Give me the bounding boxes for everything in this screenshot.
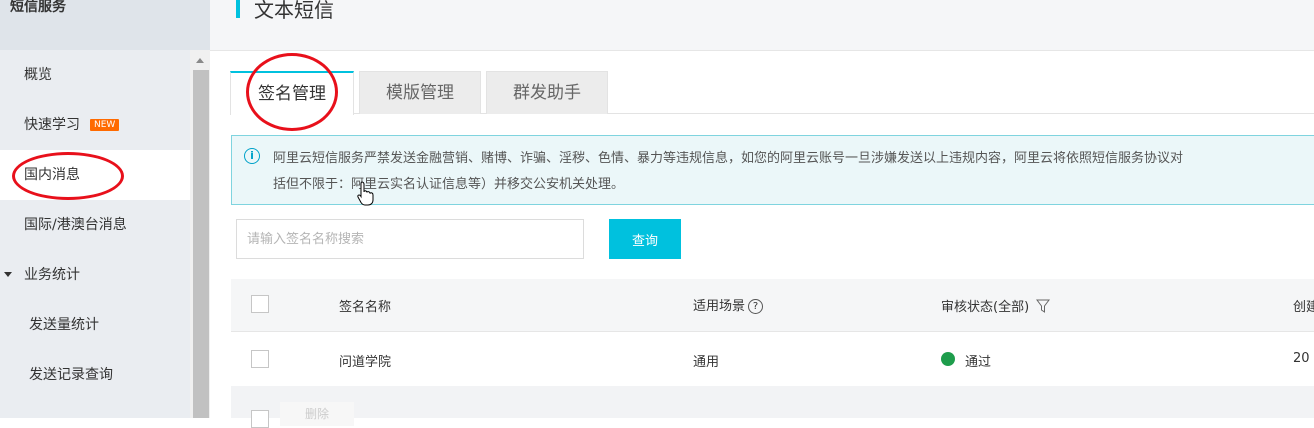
table-header: 签名名称 适用场景? 审核状态(全部) 创建 [231,279,1314,332]
info-icon: i [244,148,260,164]
title-accent-bar [236,0,240,18]
column-header-scene: 适用场景? [693,295,764,314]
sidebar-item-label: 国际/港澳台消息 [24,217,127,233]
help-icon[interactable]: ? [748,299,764,314]
sidebar-item-label: 快速学习 [24,117,80,133]
tab-template[interactable]: 模版管理 [359,71,481,114]
sidebar-item-quick-learn[interactable]: 快速学习 NEW [0,100,190,150]
sidebar-item-send-records[interactable]: 发送记录查询 [0,350,190,400]
sidebar-item-label: 业务统计 [24,267,80,283]
table-footer [231,386,1314,428]
notice-text: 阿里云短信服务严禁发送金融营销、赌博、诈骗、淫秽、色情、暴力等违规信息，如您的阿… [273,151,1184,192]
delete-button[interactable]: 删除 [280,402,354,426]
row-checkbox[interactable] [251,350,269,368]
column-header-name: 签名名称 [339,300,392,315]
sidebar-item-overview[interactable]: 概览 [0,50,190,100]
scroll-up-icon[interactable] [196,58,204,63]
sidebar-item-international[interactable]: 国际/港澳台消息 [0,200,190,250]
column-header-scene-label: 适用场景 [693,299,746,314]
tab-label: 模版管理 [386,83,454,103]
status-dot [941,352,955,366]
sidebar-item-send-stats[interactable]: 发送量统计 [0,300,190,350]
hand-cursor-icon [357,181,374,206]
sidebar-item-label: 概览 [24,67,52,83]
notice-banner: i 阿里云短信服务严禁发送金融营销、赌博、诈骗、淫秽、色情、暴力等违规信息，如您… [231,135,1314,205]
sidebar-item-label: 发送量统计 [29,317,99,333]
page-header [210,0,1314,51]
row-status: 通过 [965,355,992,370]
column-header-created: 创建 [1293,300,1314,315]
sidebar-header: 短信服务 [0,0,210,50]
sidebar: 短信服务 概览 快速学习 NEW 国内消息 国际/港澳台消息 业务统计 发送量统… [0,0,210,418]
table-row: 问道学院 通用 通过 20 [231,332,1314,387]
scrollbar-thumb[interactable] [193,70,209,418]
page-title: 文本短信 [254,0,334,22]
tab-bulk-assistant[interactable]: 群发助手 [486,71,608,114]
row-scene: 通用 [693,355,720,370]
caret-down-icon [4,272,12,277]
sidebar-item-label: 发送记录查询 [29,367,113,383]
column-header-status-label: 审核状态(全部) [941,300,1030,315]
row-created: 20 [1293,351,1310,366]
row-signature-name: 问道学院 [339,355,392,370]
filter-icon[interactable] [1036,299,1051,313]
query-button[interactable]: 查询 [609,219,681,259]
sidebar-scrollbar[interactable] [190,50,210,418]
sidebar-item-statistics[interactable]: 业务统计 [0,250,190,300]
new-badge: NEW [90,119,120,131]
annotation-circle [12,152,124,200]
column-header-status[interactable]: 审核状态(全部) [941,296,1051,315]
select-all-checkbox[interactable] [251,295,269,313]
tab-label: 群发助手 [513,83,581,103]
sidebar-title: 短信服务 [10,0,66,15]
footer-checkbox[interactable] [251,410,269,428]
search-input[interactable] [236,219,584,259]
annotation-circle [246,53,338,131]
